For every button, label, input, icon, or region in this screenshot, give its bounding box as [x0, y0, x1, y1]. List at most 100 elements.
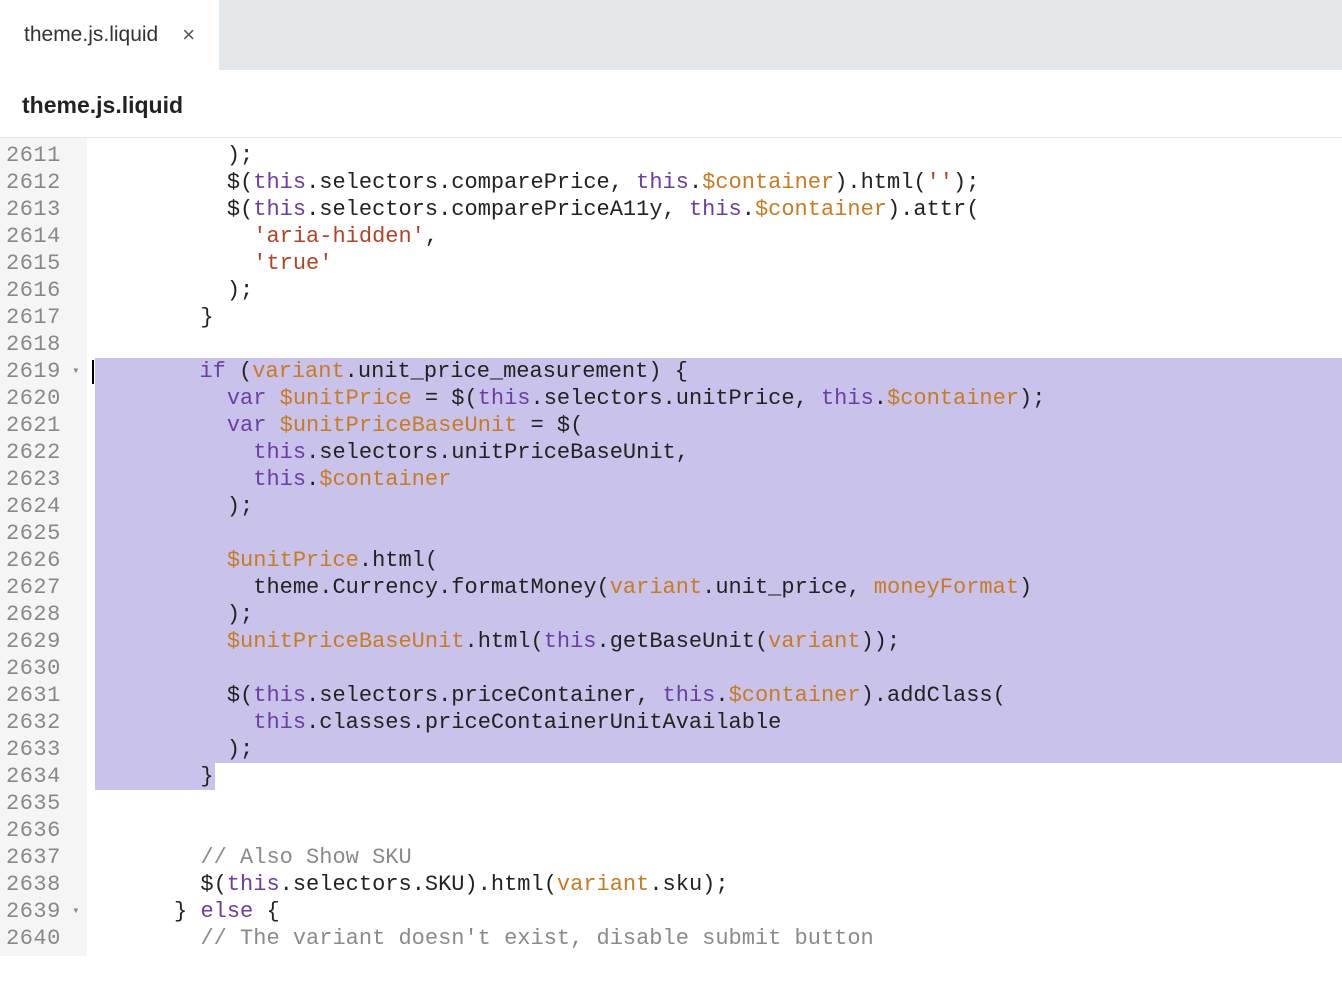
- token-strq: 'true': [253, 251, 332, 276]
- code-line[interactable]: } else {: [95, 898, 1342, 925]
- code-line[interactable]: $(this.selectors.comparePrice, this.$con…: [95, 169, 1342, 196]
- code-line[interactable]: $(this.selectors.comparePriceA11y, this.…: [95, 196, 1342, 223]
- token-op: .: [874, 386, 887, 411]
- code-line[interactable]: [95, 655, 1342, 682]
- code-line[interactable]: }: [95, 763, 1342, 790]
- code-line[interactable]: theme.Currency.formatMoney(variant.unit_…: [95, 574, 1342, 601]
- token-op: (: [755, 629, 768, 654]
- code-line[interactable]: }: [95, 304, 1342, 331]
- token-kw: this: [253, 467, 306, 492]
- token-op: .: [306, 467, 319, 492]
- token-kw: this: [821, 386, 874, 411]
- token-dlr: $unitPriceBaseUnit: [227, 629, 465, 654]
- fold-gutter-row: [65, 817, 87, 844]
- code-line[interactable]: this.selectors.unitPriceBaseUnit,: [95, 439, 1342, 466]
- code-line[interactable]: [95, 790, 1342, 817]
- code-line[interactable]: [95, 331, 1342, 358]
- code-line[interactable]: );: [95, 736, 1342, 763]
- line-number-gutter: 2611261226132614261526162617261826192620…: [0, 138, 65, 956]
- token-kw: this: [253, 440, 306, 465]
- token-op: [95, 440, 253, 465]
- code-line[interactable]: var $unitPrice = $(this.selectors.unitPr…: [95, 385, 1342, 412]
- token-dlr: $container: [702, 170, 834, 195]
- token-dlr: variant: [252, 359, 344, 384]
- code-line[interactable]: );: [95, 277, 1342, 304]
- code-line[interactable]: // Also Show SKU: [95, 844, 1342, 871]
- fold-gutter-row: [65, 466, 87, 493]
- token-dlr: $container: [319, 467, 451, 492]
- token-op: ).: [465, 872, 491, 897]
- fold-gutter-row: [65, 142, 87, 169]
- tab-theme-js-liquid[interactable]: theme.js.liquid ×: [0, 0, 219, 70]
- token-op: (: [425, 548, 438, 573]
- token-op: (: [531, 629, 544, 654]
- code-line[interactable]: $unitPriceBaseUnit.html(this.getBaseUnit…: [95, 628, 1342, 655]
- code-line[interactable]: this.$container: [95, 466, 1342, 493]
- line-number: 2631: [6, 682, 61, 709]
- line-number: 2614: [6, 223, 61, 250]
- code-editor[interactable]: 2611261226132614261526162617261826192620…: [0, 138, 1342, 956]
- token-kw: this: [689, 197, 742, 222]
- token-op: ,: [636, 683, 662, 708]
- code-line[interactable]: [95, 520, 1342, 547]
- token-op: = $(: [517, 413, 583, 438]
- token-dlr: $unitPrice: [280, 386, 412, 411]
- token-dlr: moneyFormat: [874, 575, 1019, 600]
- token-op: );: [95, 143, 253, 168]
- line-number: 2626: [6, 547, 61, 574]
- code-line[interactable]: );: [95, 142, 1342, 169]
- fold-gutter-row: [65, 736, 87, 763]
- token-id: html: [491, 872, 544, 897]
- code-line[interactable]: // The variant doesn't exist, disable su…: [95, 925, 1342, 952]
- fold-gutter-row: [65, 925, 87, 952]
- token-op: ));: [861, 629, 901, 654]
- fold-gutter-row: [65, 277, 87, 304]
- token-op: }: [95, 305, 214, 330]
- token-op: .: [359, 548, 372, 573]
- token-id: selectors: [544, 386, 663, 411]
- token-id: html: [372, 548, 425, 573]
- code-line[interactable]: if (variant.unit_price_measurement) {: [95, 358, 1342, 385]
- code-line[interactable]: );: [95, 601, 1342, 628]
- token-strq: '': [927, 170, 953, 195]
- code-line[interactable]: this.classes.priceContainerUnitAvailable: [95, 709, 1342, 736]
- line-number: 2635: [6, 790, 61, 817]
- code-line[interactable]: $unitPrice.html(: [95, 547, 1342, 574]
- code-line[interactable]: 'aria-hidden',: [95, 223, 1342, 250]
- breadcrumb-file: theme.js.liquid: [22, 92, 183, 118]
- fold-toggle-icon[interactable]: ▾: [65, 358, 87, 385]
- token-op: (: [226, 359, 252, 384]
- token-op: $(: [95, 197, 253, 222]
- fold-gutter-row: [65, 709, 87, 736]
- token-op: {: [253, 899, 279, 924]
- token-op: ).: [834, 170, 860, 195]
- token-op: .: [306, 440, 319, 465]
- close-icon[interactable]: ×: [182, 24, 195, 46]
- tab-label: theme.js.liquid: [24, 23, 158, 47]
- line-number: 2628: [6, 601, 61, 628]
- token-op: );: [95, 278, 253, 303]
- token-op: = $(: [412, 386, 478, 411]
- code-line[interactable]: $(this.selectors.SKU).html(variant.sku);: [95, 871, 1342, 898]
- token-kw: this: [544, 629, 597, 654]
- token-id: html: [478, 629, 531, 654]
- token-id: selectors: [319, 170, 438, 195]
- fold-toggle-icon[interactable]: ▾: [65, 898, 87, 925]
- token-id: attr: [913, 197, 966, 222]
- token-op: $(: [95, 683, 253, 708]
- line-number: 2613: [6, 196, 61, 223]
- token-id: priceContainer: [451, 683, 636, 708]
- code-line[interactable]: 'true': [95, 250, 1342, 277]
- code-area[interactable]: ); $(this.selectors.comparePrice, this.$…: [87, 138, 1342, 956]
- line-number: 2615: [6, 250, 61, 277]
- token-op: (: [993, 683, 1006, 708]
- fold-gutter-row: [65, 601, 87, 628]
- code-line[interactable]: [95, 817, 1342, 844]
- fold-gutter-row: [65, 547, 87, 574]
- line-number: 2629: [6, 628, 61, 655]
- code-line[interactable]: $(this.selectors.priceContainer, this.$c…: [95, 682, 1342, 709]
- line-number: 2638: [6, 871, 61, 898]
- line-number: 2640: [6, 925, 61, 952]
- code-line[interactable]: var $unitPriceBaseUnit = $(: [95, 412, 1342, 439]
- code-line[interactable]: );: [95, 493, 1342, 520]
